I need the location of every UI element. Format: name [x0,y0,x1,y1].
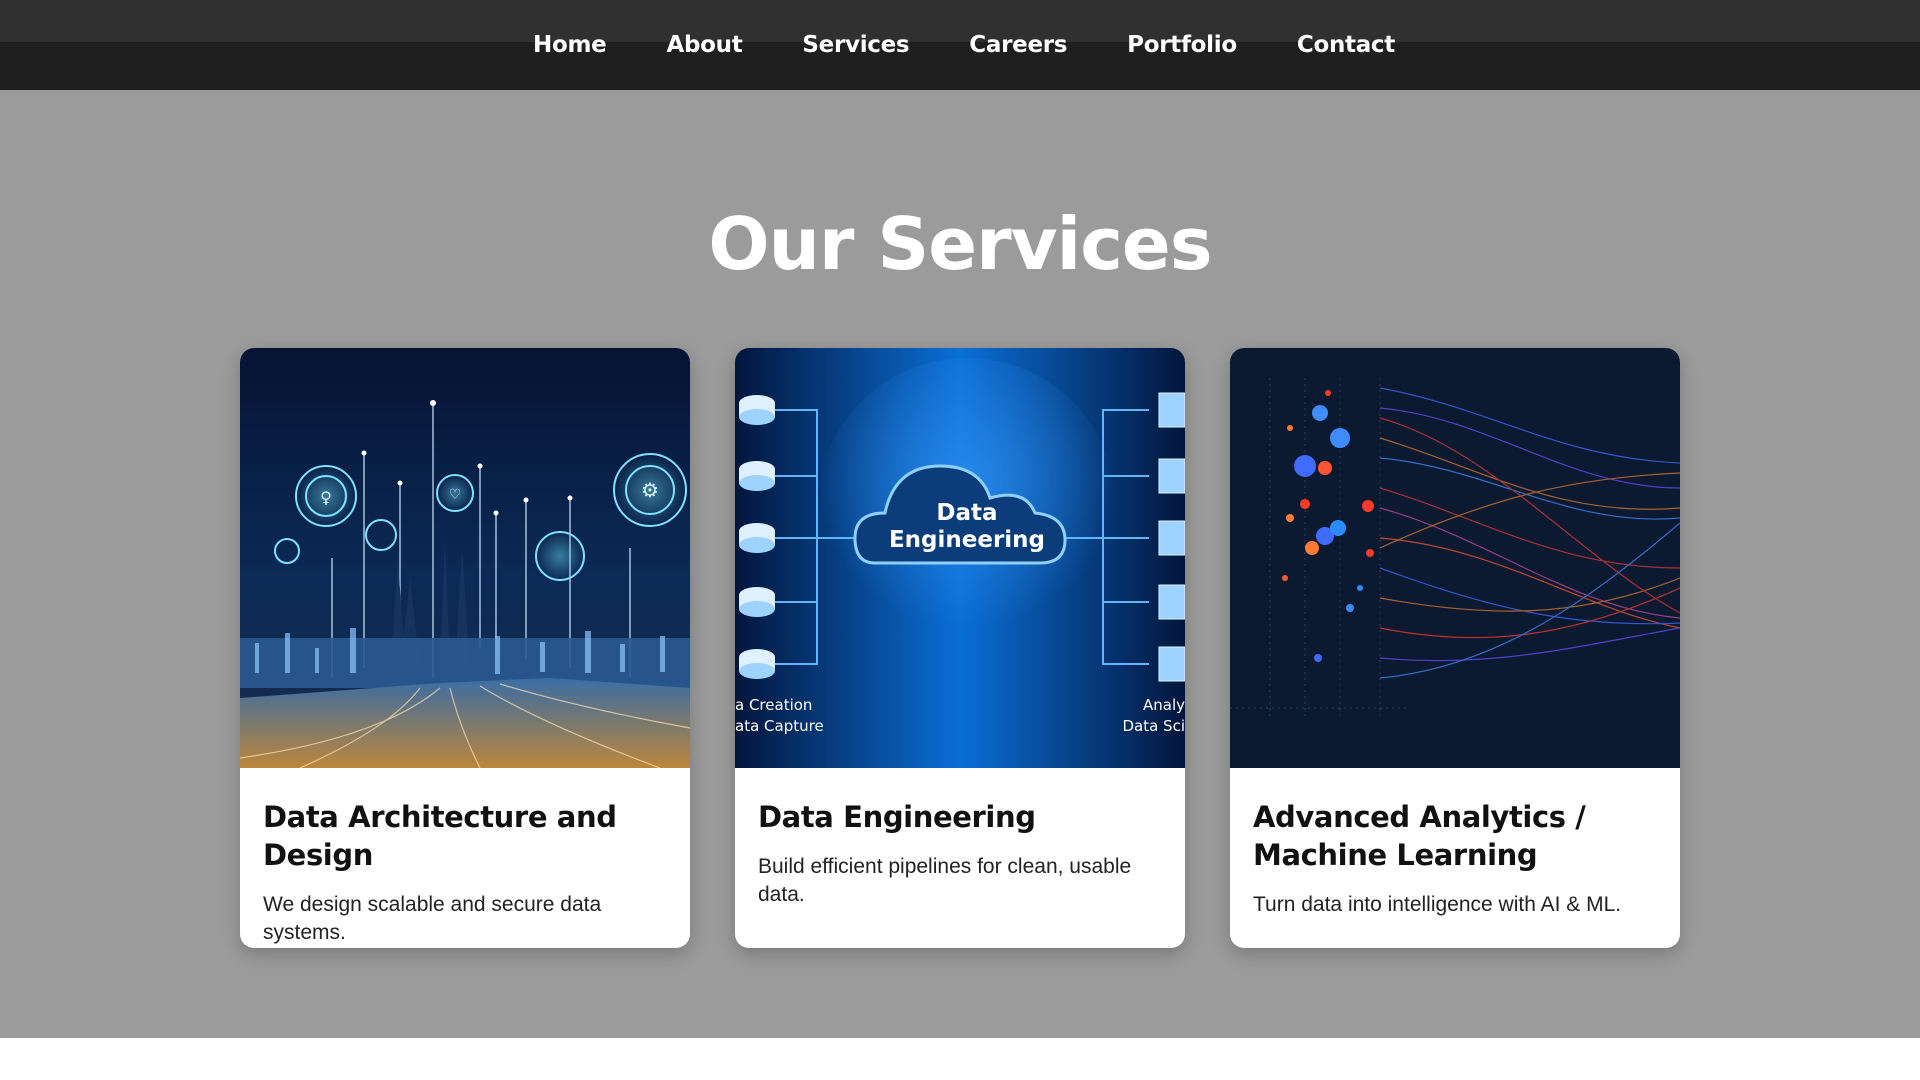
svg-text:♀: ♀ [320,488,332,507]
card-description: Turn data into intelligence with AI & ML… [1253,893,1622,916]
card-title: Data Architecture and Design [263,800,617,872]
cloud-label-line2: Engineering [889,527,1045,553]
cloud-label-line1: Data [936,500,997,526]
top-navigation: Home About Services Careers Portfolio Co… [0,0,1920,90]
left-caption-2: ata Capture [735,717,824,735]
nav-contact-link[interactable]: Contact [1297,32,1395,58]
analytics-visualization-image [1230,348,1680,768]
card-body: Advanced Analytics / Machine Learning Tu… [1230,768,1680,919]
smart-city-image: ⚙ ♀ ♡ [240,348,690,768]
nav-services-link[interactable]: Services [802,32,909,58]
right-caption-2: Data Sci [1122,717,1185,735]
service-card-data-engineering[interactable]: Data Engineering a Creation ata Capture … [735,348,1185,948]
card-body: Data Engineering Build efficient pipelin… [735,768,1185,909]
nav-home-link[interactable]: Home [533,32,607,58]
card-title: Advanced Analytics / Machine Learning [1253,800,1586,872]
svg-text:⚙: ⚙ [641,478,659,502]
services-section: Our Services ⚙ ♀ ♡ Data Architecture and… [0,90,1920,1038]
service-card-advanced-analytics[interactable]: Advanced Analytics / Machine Learning Tu… [1230,348,1680,948]
card-title: Data Engineering [758,800,1036,834]
service-card-data-architecture[interactable]: ⚙ ♀ ♡ Data Architecture and Design We de… [240,348,690,948]
nav-about-link[interactable]: About [666,32,742,58]
card-body: Data Architecture and Design We design s… [240,768,690,947]
nav-menu: Home About Services Careers Portfolio Co… [503,32,1425,58]
services-heading: Our Services [708,202,1212,286]
card-description: We design scalable and secure data syste… [263,893,602,944]
svg-text:♡: ♡ [449,487,462,503]
data-engineering-diagram-image: Data Engineering a Creation ata Capture … [735,348,1185,768]
card-description: Build efficient pipelines for clean, usa… [758,855,1132,906]
nav-portfolio-link[interactable]: Portfolio [1127,32,1237,58]
left-caption-1: a Creation [735,696,812,714]
nav-careers-link[interactable]: Careers [969,32,1067,58]
right-caption-1: Analy [1143,696,1185,714]
